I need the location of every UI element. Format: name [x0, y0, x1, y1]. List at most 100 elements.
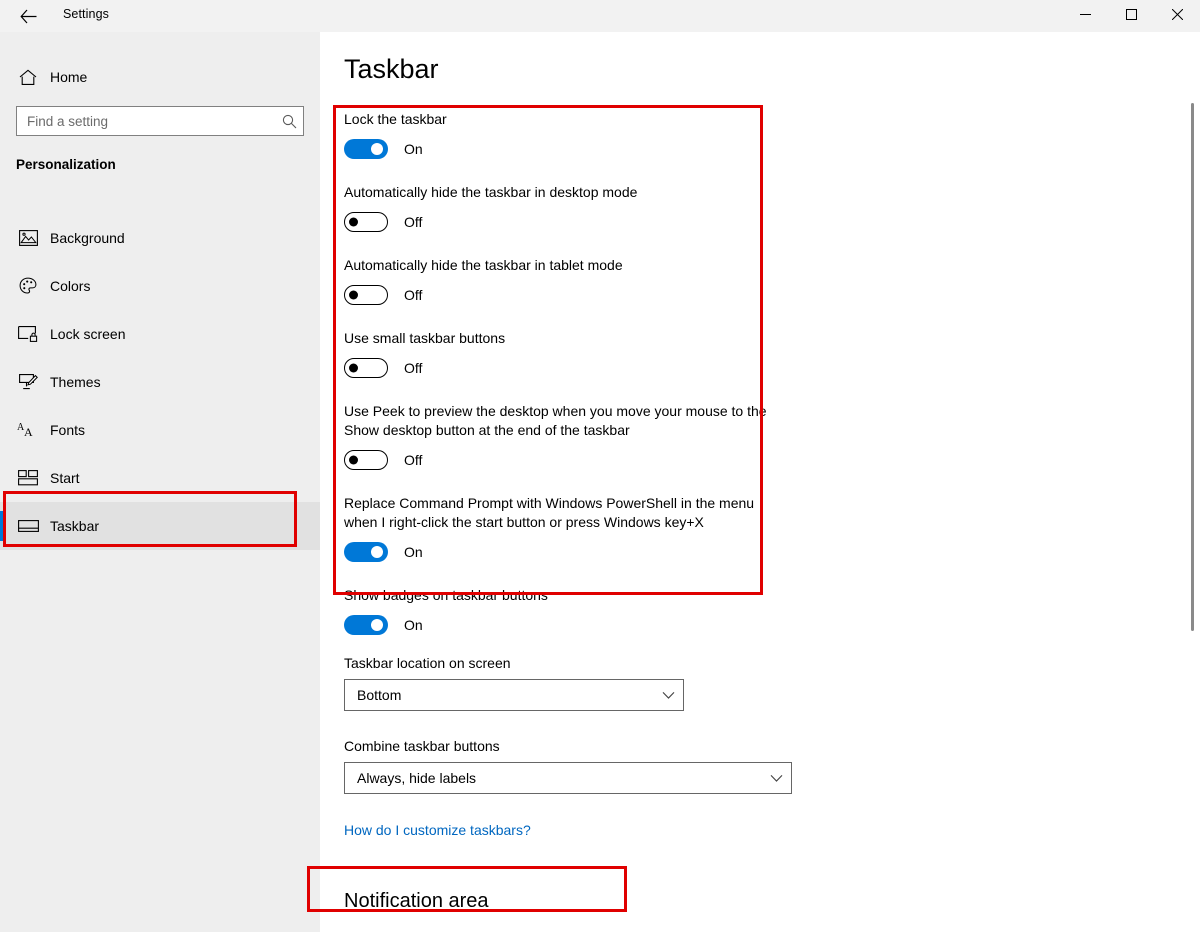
toggle-knob [349, 363, 358, 373]
setting-label: Show badges on taskbar buttons [344, 587, 548, 603]
search-input[interactable] [17, 107, 275, 135]
toggle-state-label: On [404, 544, 423, 560]
toggle-row: Off [344, 285, 844, 305]
toggle-state-label: Off [404, 360, 423, 376]
sidebar-item-home-label: Home [50, 69, 88, 85]
maximize-button[interactable] [1108, 0, 1154, 32]
toggle-state-label: On [404, 617, 423, 633]
back-arrow-icon [19, 9, 37, 24]
setting-auto-hide-tablet-mode: Automatically hide the taskbar in tablet… [344, 256, 844, 305]
sidebar: Home Personalization [0, 32, 320, 932]
sidebar-item-label: Taskbar [50, 518, 100, 534]
customize-taskbars-link[interactable]: How do I customize taskbars? [344, 822, 531, 838]
lock-screen-icon [16, 326, 40, 342]
toggle-knob [349, 217, 358, 227]
sidebar-item-lock-screen[interactable]: Lock screen [0, 310, 320, 358]
toggle-show-badges[interactable] [344, 615, 388, 635]
page-title: Taskbar [344, 54, 439, 84]
window-title: Settings [63, 7, 109, 21]
window-controls [1062, 0, 1200, 32]
search-box[interactable] [16, 106, 304, 136]
setting-use-peek: Use Peek to preview the desktop when you… [344, 402, 844, 470]
maximize-icon [1125, 7, 1137, 25]
sidebar-item-label: Lock screen [50, 326, 126, 342]
toggle-state-label: Off [404, 452, 423, 468]
setting-label: Use small taskbar buttons [344, 330, 506, 346]
sidebar-item-fonts[interactable]: A A Fonts [0, 406, 320, 454]
toggle-auto-hide-desktop-mode[interactable] [344, 212, 388, 232]
minimize-icon [1079, 7, 1091, 25]
sidebar-item-label: Background [50, 230, 125, 246]
start-icon [16, 470, 40, 486]
dropdown-label: Taskbar location on screen [344, 655, 511, 671]
chevron-down-icon [761, 774, 791, 783]
toggle-knob [349, 290, 358, 300]
back-button[interactable] [8, 2, 48, 30]
sidebar-item-label: Fonts [50, 422, 86, 438]
fonts-icon: A A [16, 421, 40, 439]
setting-auto-hide-desktop-mode: Automatically hide the taskbar in deskto… [344, 183, 844, 232]
toggle-use-small-taskbar-buttons[interactable] [344, 358, 388, 378]
toggle-row: Off [344, 358, 844, 378]
title-bar: Settings [0, 0, 1200, 32]
dropdown-taskbar-location[interactable]: Bottom [344, 679, 684, 711]
svg-text:A: A [24, 425, 33, 439]
toggle-knob [371, 143, 383, 155]
search-icon [275, 114, 303, 129]
setting-taskbar-location: Taskbar location on screen Bottom [344, 655, 844, 711]
vertical-scrollbar[interactable] [1184, 32, 1200, 932]
setting-use-small-taskbar-buttons: Use small taskbar buttons Off [344, 329, 844, 378]
toggle-row: On [344, 542, 844, 562]
setting-lock-the-taskbar: Lock the taskbar On [344, 110, 844, 159]
dropdown-value: Bottom [357, 687, 402, 703]
taskbar-icon [16, 519, 40, 533]
dropdown-combine-taskbar-buttons[interactable]: Always, hide labels [344, 762, 792, 794]
themes-icon [16, 373, 40, 391]
toggle-row: Off [344, 450, 844, 470]
image-icon [16, 230, 40, 246]
sidebar-item-taskbar[interactable]: Taskbar [0, 502, 320, 550]
setting-combine-taskbar-buttons: Combine taskbar buttons Always, hide lab… [344, 738, 844, 794]
setting-label: Automatically hide the taskbar in deskto… [344, 184, 638, 200]
chevron-down-icon [653, 691, 683, 700]
setting-label: Automatically hide the taskbar in tablet… [344, 257, 623, 273]
sidebar-item-themes[interactable]: Themes [0, 358, 320, 406]
sidebar-item-label: Colors [50, 278, 91, 294]
toggle-replace-command-prompt[interactable] [344, 542, 388, 562]
dropdown-value: Always, hide labels [357, 770, 477, 786]
toggle-row: On [344, 615, 844, 635]
content-pane: Taskbar Lock the taskbar On Automaticall… [320, 32, 1200, 932]
toggle-row: On [344, 139, 844, 159]
sidebar-item-home[interactable]: Home [0, 58, 320, 96]
toggle-lock-the-taskbar[interactable] [344, 139, 388, 159]
scrollbar-thumb[interactable] [1191, 103, 1194, 631]
settings-window: Settings Home Find a setting Personaliza… [0, 0, 1200, 932]
sidebar-item-background[interactable]: Background [0, 214, 320, 262]
close-button[interactable] [1154, 0, 1200, 32]
sidebar-item-colors[interactable]: Colors [0, 262, 320, 310]
toggle-row: Off [344, 212, 844, 232]
customize-taskbars-row: How do I customize taskbars? [344, 822, 844, 840]
notification-area-heading: Notification area [344, 890, 489, 912]
notification-area-section: Notification area Select which icons app… [344, 890, 844, 932]
minimize-button[interactable] [1062, 0, 1108, 32]
setting-show-badges: Show badges on taskbar buttons On [344, 586, 844, 635]
sidebar-nav-list: Background Colors Lock screen Themes A A… [0, 214, 320, 550]
setting-label: Replace Command Prompt with Windows Powe… [344, 495, 755, 530]
toggle-state-label: Off [404, 287, 423, 303]
toggle-state-label: On [404, 141, 423, 157]
sidebar-item-start[interactable]: Start [0, 454, 320, 502]
dropdown-label: Combine taskbar buttons [344, 738, 500, 754]
close-icon [1171, 7, 1183, 25]
sidebar-item-label: Start [50, 470, 80, 486]
toggle-auto-hide-tablet-mode[interactable] [344, 285, 388, 305]
toggle-use-peek[interactable] [344, 450, 388, 470]
toggle-knob [371, 546, 383, 558]
toggle-knob [349, 455, 358, 465]
settings-list: Lock the taskbar On Automatically hide t… [344, 110, 844, 932]
home-icon [16, 69, 40, 86]
toggle-state-label: Off [404, 214, 423, 230]
toggle-knob [371, 619, 383, 631]
sidebar-item-label: Themes [50, 374, 101, 390]
sidebar-section-title: Personalization [16, 157, 116, 172]
